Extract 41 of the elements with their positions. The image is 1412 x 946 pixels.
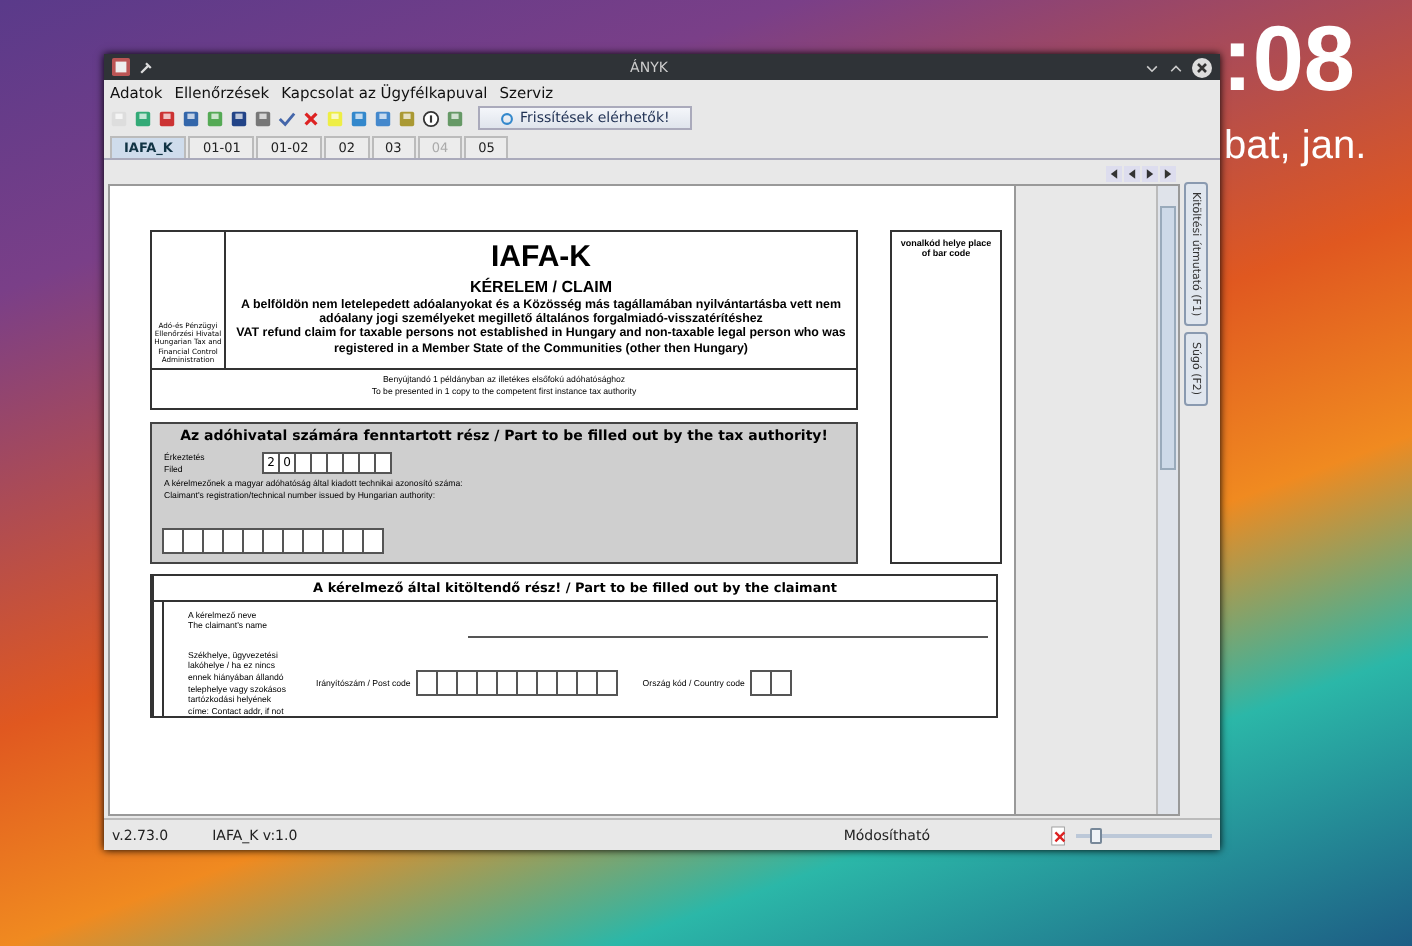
digit-box[interactable] [222, 527, 244, 554]
digit-box[interactable] [496, 670, 519, 697]
info-icon[interactable] [422, 109, 440, 127]
name-input-line[interactable] [468, 635, 988, 638]
close-icon[interactable] [1192, 57, 1212, 77]
digit-box[interactable] [342, 527, 364, 554]
slider-thumb[interactable] [1090, 827, 1103, 843]
digit-box[interactable] [242, 527, 264, 554]
digit-box[interactable] [536, 670, 559, 697]
digit-box[interactable] [374, 452, 392, 475]
vertical-scrollbar[interactable] [1156, 186, 1178, 814]
digit-box[interactable] [750, 670, 773, 697]
digit-box[interactable] [282, 527, 304, 554]
digit-box[interactable] [476, 670, 499, 697]
digit-box[interactable] [456, 670, 479, 697]
digit-box[interactable] [162, 527, 184, 554]
app-icon[interactable] [112, 58, 130, 76]
digit-box[interactable] [516, 670, 539, 697]
check-icon[interactable] [278, 109, 296, 127]
form-subtitle: KÉRELEM / CLAIM [467, 277, 615, 295]
digit-box[interactable] [770, 670, 793, 697]
form-title: IAFA-K [489, 238, 593, 277]
play-icon[interactable] [1124, 165, 1140, 181]
desktop-date: bat, jan. [1224, 124, 1367, 170]
digit-box[interactable] [556, 670, 579, 697]
digit-box[interactable] [362, 527, 384, 554]
digit-box[interactable] [182, 527, 204, 554]
pin-icon[interactable] [138, 59, 154, 75]
digit-box[interactable] [302, 527, 324, 554]
digit-box[interactable] [576, 670, 599, 697]
cross-icon[interactable] [302, 109, 320, 127]
digit-box[interactable] [596, 670, 619, 697]
desktop-clock: :08 [1222, 12, 1355, 104]
document-error-icon[interactable] [1050, 825, 1068, 845]
digit-box[interactable] [436, 670, 459, 697]
digit-box[interactable] [416, 670, 439, 697]
digit-box[interactable] [262, 527, 284, 554]
digit-box[interactable] [322, 527, 344, 554]
zoom-slider[interactable] [1076, 827, 1212, 843]
digit-box[interactable] [202, 527, 224, 554]
play-icon[interactable] [1142, 165, 1158, 181]
